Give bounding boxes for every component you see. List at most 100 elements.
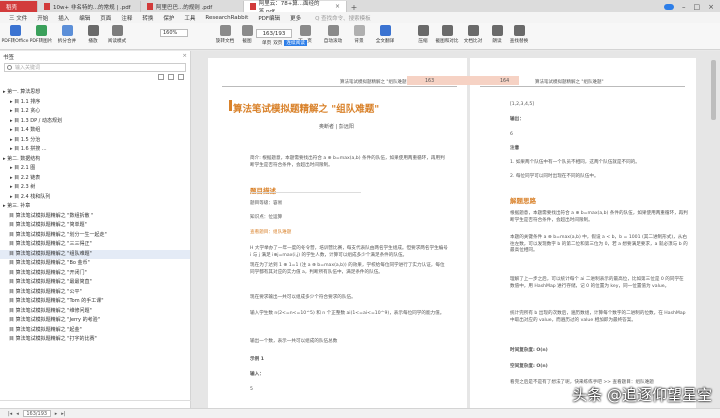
double-page-toggle[interactable]: 双页 — [273, 40, 282, 46]
toc-item[interactable]: 目 算法笔试模拟题精解之 "三三得正" — [0, 240, 190, 250]
menu-research[interactable]: ResearchRabbit — [200, 15, 253, 21]
note-item-2: 2. 每位同学可以同时出现在不同的队伍中。 — [510, 174, 599, 179]
toc-item[interactable]: 目 算法笔试模拟题精解之 "Jerry 的考验" — [0, 316, 190, 326]
menu-page[interactable]: 页面 — [95, 14, 116, 22]
toc-item[interactable]: ▸ 目 1.1 排序 — [0, 98, 190, 108]
first-page-icon[interactable]: |◂ — [8, 411, 12, 417]
add-bookmark-icon[interactable] — [178, 74, 184, 80]
title-accent-bar — [229, 100, 232, 111]
menu-edit[interactable]: 编辑 — [74, 14, 95, 22]
page-number-input[interactable]: 163/193 — [256, 29, 292, 38]
pdf-to-image-button[interactable]: PDF转图片 — [28, 25, 54, 44]
toc-item[interactable]: 目 算法笔试模拟题精解之 "开闭门" — [0, 269, 190, 279]
search-placeholder: 输入关键词 — [15, 65, 41, 71]
description-paragraph-1: H 大学举办了一年一度的冬令营，培训营比赛，每支代表队由两名学生组成。但要求两名… — [250, 246, 448, 258]
time-complexity: 时间复杂度: O(n) — [510, 348, 548, 353]
menu-tools[interactable]: 工具 — [179, 14, 200, 22]
rotate-icon — [219, 25, 231, 36]
minimize-icon[interactable]: – — [682, 3, 686, 11]
toc-item[interactable]: 目 算法笔试模拟题精解之 "组队难题" — [0, 249, 190, 259]
vertical-scrollbar[interactable] — [711, 60, 716, 120]
sidebar-title: 书签 — [3, 55, 15, 61]
menu-file[interactable]: 三 文件 — [4, 14, 32, 22]
toc-item[interactable]: ▸ 目 2.2 链表 — [0, 174, 190, 184]
toc-item[interactable]: 目 算法笔试模拟题精解之 "Bo 金币" — [0, 259, 190, 269]
toc-item[interactable]: ▸ 第一. 算法思想 — [0, 88, 190, 98]
toc-item[interactable]: 目 算法笔试模拟题精解之 "公平" — [0, 288, 190, 298]
split-merge-button[interactable]: 拆分合并 — [54, 25, 80, 44]
toc-item[interactable]: ▸ 目 1.3 DP / 动态规划 — [0, 117, 190, 127]
play-button[interactable]: 播放 — [80, 25, 106, 44]
command-search[interactable]: Q 查找命令、搜索模板 — [310, 14, 376, 22]
toc-item[interactable]: 目 算法笔试模拟题精解之 "数组拆散 " — [0, 212, 190, 222]
background-button[interactable]: 背景 — [346, 25, 372, 44]
single-page-toggle[interactable]: 单页 — [262, 40, 271, 46]
menu-start[interactable]: 开始 — [32, 14, 53, 22]
menu-more[interactable]: 更多 — [285, 14, 306, 22]
pdf-to-office-button[interactable]: PDF转Office — [2, 25, 28, 44]
toc-item[interactable]: ▸ 目 1.5 分治 — [0, 136, 190, 146]
toc-item[interactable]: ▸ 第三. 补章 — [0, 202, 190, 212]
next-page-icon[interactable]: ▸ — [55, 411, 58, 417]
split-merge-icon — [61, 25, 73, 36]
pdf-to-image-icon — [35, 25, 47, 36]
toc-item[interactable]: ▸ 目 1.2 贪心 — [0, 107, 190, 117]
toc-item[interactable]: 目 算法笔试模拟题精解之 "Tom 的手工课" — [0, 297, 190, 307]
bookmark-search-input[interactable]: 输入关键词 — [4, 63, 186, 72]
expand-icon[interactable] — [158, 74, 164, 80]
maximize-icon[interactable]: □ — [694, 3, 701, 11]
toc-item[interactable]: 目 算法笔试模拟题精解之 "简单题" — [0, 221, 190, 231]
tab-home[interactable]: 稻壳 — [0, 1, 38, 12]
topic-label: 知识点：位运算 — [250, 215, 283, 220]
compare-screenshot-button[interactable]: 截图和对比 — [434, 25, 460, 44]
toc-item[interactable]: 目 算法笔试模拟题精解之 "最最简直" — [0, 278, 190, 288]
cloud-icon[interactable] — [664, 3, 674, 10]
find-replace-button[interactable]: 查找替换 — [506, 25, 532, 44]
toc-item[interactable]: ▸ 目 1.6 拼搜 ... — [0, 145, 190, 155]
document-compare-button[interactable]: 文档比对 — [460, 25, 486, 44]
compress-icon — [417, 25, 429, 36]
menu-annotate[interactable]: 注释 — [116, 14, 137, 22]
translate-button[interactable]: 全文翻译 — [372, 25, 398, 44]
home-label: 稻壳 — [6, 4, 18, 11]
menu-convert[interactable]: 转换 — [137, 14, 158, 22]
toc-item[interactable]: 目 算法笔试模拟题精解之 "起金" — [0, 326, 190, 336]
output-value: 6 — [510, 132, 513, 137]
toc-item[interactable]: 目 算法笔试模拟题精解之 "维修问题" — [0, 307, 190, 317]
toc-item[interactable]: ▸ 目 2.3 树 — [0, 183, 190, 193]
close-window-icon[interactable]: × — [708, 3, 714, 11]
tab-document-2[interactable]: 阿里巴巴...的规则 .pdf — [141, 1, 244, 12]
read-mode-button[interactable]: 阅读模式 — [104, 25, 130, 44]
close-icon[interactable]: × — [182, 53, 187, 59]
close-icon[interactable]: × — [335, 3, 340, 10]
menu-protect[interactable]: 保护 — [158, 14, 179, 22]
header-rule-left — [222, 86, 457, 87]
collapse-icon[interactable] — [168, 74, 174, 80]
menu-pdf-edit[interactable]: PDF编辑 — [253, 14, 285, 22]
toc-item[interactable]: 目 算法笔试模拟题精解之 "划分一生一起走" — [0, 231, 190, 241]
toc-item[interactable]: ▸ 目 2.1 图 — [0, 164, 190, 174]
toc-item[interactable]: ▸ 目 1.4 数组 — [0, 126, 190, 136]
page-number-right: 164 — [500, 79, 510, 84]
problem-link[interactable]: 查看题目：组队难题 — [250, 230, 291, 237]
toc-item[interactable]: ▸ 第二. 数据结构 — [0, 155, 190, 165]
status-page-input[interactable]: 163/193 — [22, 410, 51, 417]
table-of-contents: ▸ 第一. 算法思想 ▸ 目 1.1 排序 ▸ 目 1.2 贪心 ▸ 目 1.3 DP… — [0, 88, 190, 345]
tab-document-3[interactable]: 阿里云：78+算...面经的答.pdf× — [244, 1, 347, 15]
toc-item[interactable]: 目 算法笔试模拟题精解之 "打字的比赛" — [0, 335, 190, 345]
page-number-left: 163 — [425, 79, 435, 84]
note-item-1: 1. 如果两个队伍中有一个队员不相同，这两个队伍就是不同的。 — [510, 160, 640, 165]
status-bar: |◂ ◂ 163/193 ▸ ▸| — [0, 408, 720, 418]
new-tab-button[interactable]: + — [347, 3, 361, 12]
tab-document-1[interactable]: 10w+ 非名特的...的常规 | .pdf — [38, 1, 141, 12]
toc-item[interactable]: ▸ 目 2.4 栈和队列 — [0, 193, 190, 203]
view-mode-row: 单页 双页 连续阅读 — [262, 40, 307, 46]
continuous-read-toggle[interactable]: 连续阅读 — [284, 40, 307, 46]
menu-insert[interactable]: 插入 — [53, 14, 74, 22]
last-page-icon[interactable]: ▸| — [61, 411, 65, 417]
page-navigation: |◂ ◂ 163/193 ▸ ▸| — [0, 410, 65, 417]
prev-page-icon[interactable]: ◂ — [16, 411, 19, 417]
compress-button[interactable]: 压缩 — [410, 25, 436, 44]
auto-scroll-button[interactable]: 自动滚动 — [320, 25, 346, 44]
zoom-select[interactable]: 160% — [160, 29, 188, 37]
